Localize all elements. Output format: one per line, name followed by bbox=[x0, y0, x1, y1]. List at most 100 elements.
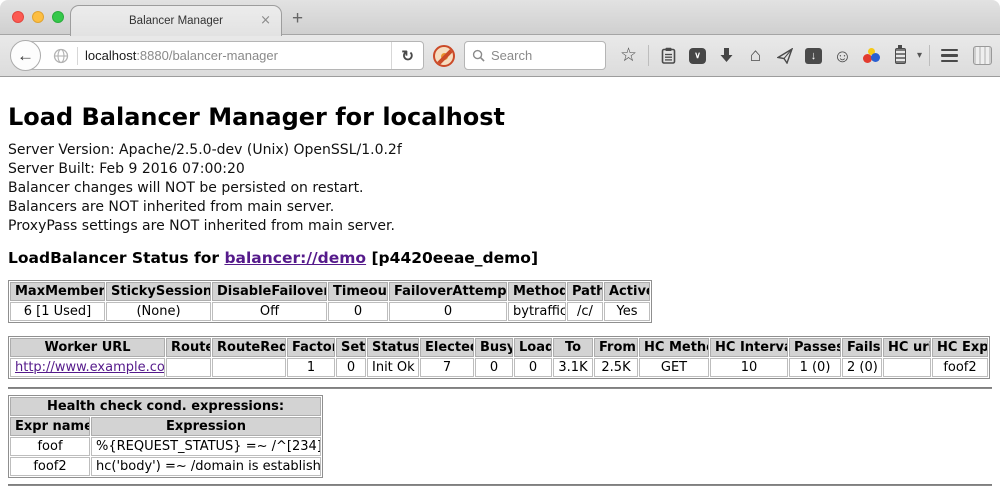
tiles-extension-button[interactable] bbox=[970, 43, 995, 69]
send-tab-button[interactable] bbox=[772, 43, 797, 69]
toolbar-divider bbox=[648, 45, 649, 66]
column-header: Timeout bbox=[328, 282, 388, 301]
to-value: 3.1K bbox=[553, 358, 593, 377]
menu-button[interactable] bbox=[937, 43, 962, 69]
column-header: Path bbox=[567, 282, 603, 301]
window-controls bbox=[12, 11, 64, 23]
search-input[interactable] bbox=[491, 48, 591, 63]
reload-button[interactable]: ↻ bbox=[391, 42, 423, 69]
column-header: Passes bbox=[789, 338, 841, 357]
colored-dots-extension-button[interactable] bbox=[859, 43, 884, 69]
pocket-button[interactable]: ∨ bbox=[685, 43, 710, 69]
back-button[interactable]: ← bbox=[10, 40, 41, 71]
balancer-settings-table: MaxMembers StickySession DisableFailover… bbox=[8, 280, 652, 323]
new-tab-button[interactable]: + bbox=[292, 8, 303, 30]
smiley-icon: ☺ bbox=[833, 47, 851, 65]
column-header: Active bbox=[604, 282, 650, 301]
toolbar-buttons: ☆ ∨ ⌂ bbox=[616, 43, 995, 69]
minimize-window-button[interactable] bbox=[32, 11, 44, 23]
column-header: Status bbox=[367, 338, 419, 357]
tab-bar: Balancer Manager × + bbox=[0, 0, 1000, 35]
timeout-value: 0 bbox=[328, 302, 388, 321]
loadbalancer-heading-prefix: LoadBalancer Status for bbox=[8, 249, 224, 267]
worker-url-link[interactable]: http://www.example.com/ bbox=[15, 360, 165, 375]
expr-row: foof %{REQUEST_STATUS} =~ /^[234]/ bbox=[10, 437, 321, 456]
server-version-line: Server Version: Apache/2.5.0-dev (Unix) … bbox=[8, 141, 992, 160]
chat-extension-button[interactable]: ☺ bbox=[830, 43, 855, 69]
stickysession-value: (None) bbox=[106, 302, 211, 321]
zoom-window-button[interactable] bbox=[52, 11, 64, 23]
status-value: Init Ok bbox=[367, 358, 419, 377]
column-header: Fails bbox=[842, 338, 882, 357]
close-window-button[interactable] bbox=[12, 11, 24, 23]
maxmembers-value: 6 [1 Used] bbox=[10, 302, 105, 321]
column-header: Set bbox=[336, 338, 366, 357]
battery-extension-button[interactable] bbox=[888, 43, 913, 69]
column-header: Worker URL bbox=[10, 338, 165, 357]
column-header: HC Expr bbox=[932, 338, 988, 357]
server-built-line: Server Built: Feb 9 2016 07:00:20 bbox=[8, 160, 992, 179]
site-identity-globe-icon[interactable] bbox=[53, 48, 69, 64]
table-header-row: Expr name Expression bbox=[10, 417, 321, 436]
balancer-demo-link[interactable]: balancer://demo bbox=[224, 249, 366, 267]
urlbar-divider bbox=[77, 47, 78, 65]
set-value: 0 bbox=[336, 358, 366, 377]
column-header: MaxMembers bbox=[10, 282, 105, 301]
search-bar[interactable] bbox=[464, 41, 606, 70]
column-header: Route bbox=[166, 338, 211, 357]
table-header-row: MaxMembers StickySession DisableFailover… bbox=[10, 282, 650, 301]
disablefailover-value: Off bbox=[212, 302, 327, 321]
column-header: FailoverAttempts bbox=[389, 282, 507, 301]
table-row: 6 [1 Used] (None) Off 0 0 bytraffic /c/ … bbox=[10, 302, 650, 321]
hc-expr-value: foof2 bbox=[932, 358, 988, 377]
bookmark-star-button[interactable]: ☆ bbox=[616, 43, 641, 69]
worker-row: http://www.example.com/ 1 0 Init Ok 7 0 … bbox=[10, 358, 988, 377]
expr-row: foof2 hc('body') =~ /domain is establish… bbox=[10, 457, 321, 476]
column-header: From bbox=[594, 338, 638, 357]
hc-uri-value bbox=[883, 358, 931, 377]
tab-close-icon[interactable]: × bbox=[260, 13, 271, 28]
home-icon: ⌂ bbox=[750, 46, 761, 65]
reload-icon: ↻ bbox=[401, 47, 414, 65]
downloads-button[interactable] bbox=[714, 43, 739, 69]
expr-name-value: foof bbox=[10, 437, 90, 456]
busy-value: 0 bbox=[475, 358, 513, 377]
tab-title: Balancer Manager bbox=[129, 15, 223, 27]
worker-status-table: Worker URL Route RouteRedir Factor Set S… bbox=[8, 336, 990, 379]
url-path: :8880/balancer-manager bbox=[136, 48, 278, 63]
path-value: /c/ bbox=[567, 302, 603, 321]
column-header: HC uri bbox=[883, 338, 931, 357]
hc-interval-value: 10 bbox=[710, 358, 788, 377]
clipboard-extension-button[interactable] bbox=[656, 43, 681, 69]
url-bar[interactable]: localhost:8880/balancer-manager ↻ bbox=[26, 41, 424, 70]
fails-value: 2 (0) bbox=[842, 358, 882, 377]
video-download-extension-button[interactable]: ↓ bbox=[801, 43, 826, 69]
method-value: bytraffic bbox=[508, 302, 566, 321]
worker-url-cell: http://www.example.com/ bbox=[10, 358, 165, 377]
star-icon: ☆ bbox=[620, 46, 637, 65]
expression-value: hc('body') =~ /domain is established/ bbox=[91, 457, 321, 476]
adblock-extension-button[interactable] bbox=[433, 45, 455, 67]
loadbalancer-heading-suffix: [p4420eeae_demo] bbox=[366, 249, 538, 267]
elected-value: 7 bbox=[420, 358, 474, 377]
server-info: Server Version: Apache/2.5.0-dev (Unix) … bbox=[8, 141, 992, 236]
overflow-caret-icon[interactable]: ▾ bbox=[917, 50, 922, 61]
route-value bbox=[166, 358, 211, 377]
column-header: Elected bbox=[420, 338, 474, 357]
colored-dots-icon bbox=[863, 48, 880, 64]
pocket-icon: ∨ bbox=[689, 48, 706, 64]
column-header: StickySession bbox=[106, 282, 211, 301]
navigation-toolbar: ← localhost:8880/balancer-manager ↻ bbox=[0, 34, 1000, 77]
column-header: HC Interval bbox=[710, 338, 788, 357]
home-button[interactable]: ⌂ bbox=[743, 43, 768, 69]
grid-icon bbox=[973, 46, 992, 65]
loadbalancer-heading: LoadBalancer Status for balancer://demo … bbox=[8, 249, 992, 267]
hamburger-icon bbox=[941, 49, 958, 63]
search-icon bbox=[472, 49, 485, 62]
expr-name-value: foof2 bbox=[10, 457, 90, 476]
tab-balancer-manager[interactable]: Balancer Manager × bbox=[70, 5, 282, 36]
url-text[interactable]: localhost:8880/balancer-manager bbox=[85, 48, 278, 63]
battery-icon bbox=[895, 48, 906, 64]
column-header: Load bbox=[514, 338, 552, 357]
page-content: Load Balancer Manager for localhost Serv… bbox=[0, 103, 1000, 486]
